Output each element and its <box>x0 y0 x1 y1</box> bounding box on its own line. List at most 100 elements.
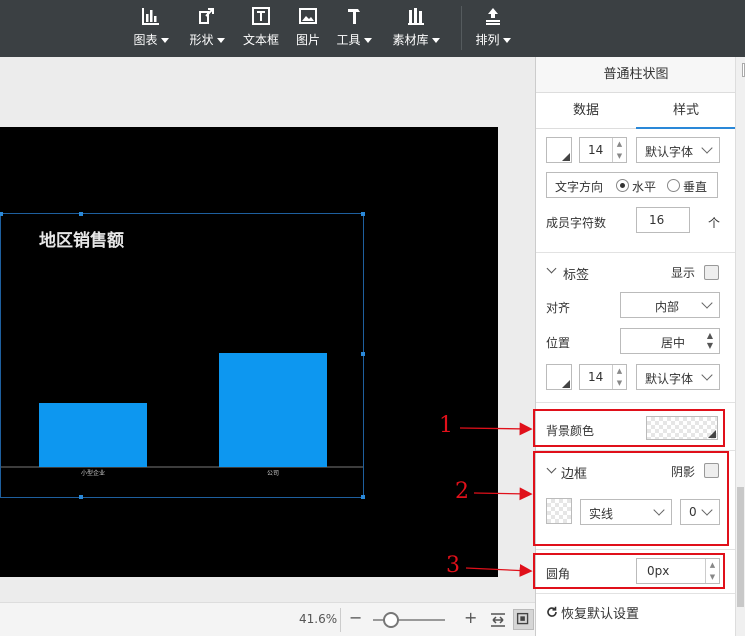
spin-up-icon[interactable]: ▲ <box>613 365 626 377</box>
font-family-value: 默认字体 <box>645 145 694 159</box>
toolbar-shape-label: 形状 <box>189 33 214 47</box>
chevron-down-icon <box>701 297 713 309</box>
resize-handle-bottom[interactable] <box>79 495 83 499</box>
zoom-level: 41.6% <box>299 612 338 626</box>
resize-handle-bottom-right[interactable] <box>361 495 365 499</box>
shape-icon <box>199 8 214 24</box>
radio-horizontal-label: 水平 <box>632 180 657 194</box>
section-divider <box>536 549 736 550</box>
tab-data[interactable]: 数据 <box>536 93 636 129</box>
annotation-number-1: 1 <box>439 413 453 438</box>
zoom-slider-knob[interactable] <box>383 612 399 628</box>
chevron-down-icon <box>701 142 713 154</box>
editor-canvas[interactable]: 地区销售额 小型企业 公司 <box>0 57 535 602</box>
x-tick-label-1: 公司 <box>267 470 279 477</box>
zoom-separator <box>340 608 341 632</box>
toolbar-separator <box>461 6 462 50</box>
fit-screen-icon <box>516 612 529 625</box>
spin-down-icon[interactable]: ▼ <box>613 150 626 162</box>
toolbar-image-label: 图片 <box>295 33 320 47</box>
fit-width-icon[interactable] <box>489 611 507 629</box>
member-chars-input[interactable]: 16 <box>636 207 690 233</box>
label-font-family-value: 默认字体 <box>645 372 694 386</box>
property-panel: 普通柱状图 数据 样式 14 ▲ ▼ 默认字体 文字方向 水平 垂直 成员字符数 … <box>535 57 736 636</box>
chart-bar-1[interactable] <box>219 353 327 467</box>
chart-bar-0[interactable] <box>39 403 147 467</box>
refresh-icon <box>547 606 557 617</box>
annotation-box-2 <box>533 451 729 546</box>
caret-down-icon <box>431 38 440 43</box>
label-font-family-select[interactable]: 默认字体 <box>636 364 720 390</box>
chevron-down-icon <box>701 369 713 381</box>
caret-down-icon <box>363 38 372 43</box>
status-bar: 41.6% − + <box>0 602 535 636</box>
toolbar-textbox-label: 文本框 <box>242 33 279 47</box>
caret-down-icon <box>216 38 225 43</box>
position-label: 位置 <box>546 336 571 350</box>
bar-chart-plot: 小型企业 公司 <box>1 353 363 477</box>
bar-chart-component[interactable]: 地区销售额 小型企业 公司 <box>0 212 365 499</box>
section-divider <box>536 252 736 253</box>
updown-arrow-icon: ▲ ▼ <box>706 331 713 350</box>
tab-style[interactable]: 样式 <box>636 93 736 129</box>
panel-tabs: 数据 样式 <box>536 93 736 129</box>
panel-scrollbar[interactable] <box>735 57 745 636</box>
chevron-down-icon[interactable] <box>546 263 557 274</box>
font-color-swatch[interactable] <box>546 137 572 163</box>
font-size-value: 14 <box>588 143 604 157</box>
arrange-icon <box>486 8 500 25</box>
toolbar-library-button[interactable]: 素材库 <box>389 6 443 50</box>
member-chars-label: 成员字符数 <box>546 216 607 230</box>
caret-down-icon <box>160 38 169 43</box>
library-icon <box>408 8 424 25</box>
slide-stage[interactable]: 地区销售额 小型企业 公司 <box>0 127 498 577</box>
spin-up-icon[interactable]: ▲ <box>613 138 626 150</box>
section-divider <box>536 402 736 403</box>
font-family-select[interactable]: 默认字体 <box>636 137 720 163</box>
annotation-number-2: 2 <box>455 479 469 504</box>
caret-down-icon <box>502 38 511 43</box>
font-size-stepper[interactable]: 14 ▲ ▼ <box>579 137 627 163</box>
resize-handle-top-right[interactable] <box>361 212 365 216</box>
labels-section-title: 标签 <box>563 268 590 283</box>
show-label-checkbox[interactable] <box>704 265 719 280</box>
resize-handle-top-left[interactable] <box>0 212 3 216</box>
annotation-number-3: 3 <box>446 553 460 578</box>
position-select[interactable]: 居中 ▲ ▼ <box>620 328 720 354</box>
toolbar-library-label: 素材库 <box>392 33 429 47</box>
toolbar-tools-button[interactable]: 工具 <box>334 6 374 50</box>
bar-chart-icon <box>142 8 159 25</box>
toolbar-image-button[interactable]: 图片 <box>293 6 323 50</box>
radio-vertical-label: 垂直 <box>683 180 708 194</box>
member-chars-value: 16 <box>649 213 665 227</box>
radio-horizontal[interactable] <box>616 179 629 192</box>
member-chars-unit: 个 <box>708 216 721 230</box>
section-divider <box>536 593 736 594</box>
panel-title: 普通柱状图 <box>536 57 736 93</box>
toolbar-arrange-button[interactable]: 排列 <box>472 6 514 50</box>
toolbar-textbox-button[interactable]: 文本框 <box>241 6 281 50</box>
position-value: 居中 <box>661 336 686 350</box>
toolbar-chart-label: 图表 <box>133 33 158 47</box>
toolbar-shape-button[interactable]: 形状 <box>186 6 228 50</box>
label-font-color-swatch[interactable] <box>546 364 572 390</box>
reset-defaults-label: 恢复默认设置 <box>561 607 640 622</box>
radio-vertical[interactable] <box>667 179 680 192</box>
text-direction-label: 文字方向 <box>555 180 604 194</box>
toolbar-arrange-label: 排列 <box>475 33 500 47</box>
text-direction-group: 文字方向 水平 垂直 <box>546 172 718 198</box>
toolbar-tools-label: 工具 <box>336 33 361 47</box>
scrollbar-thumb[interactable] <box>737 487 744 607</box>
label-font-size-stepper[interactable]: 14 ▲ ▼ <box>579 364 627 390</box>
zoom-in-button[interactable]: + <box>464 608 477 627</box>
resize-handle-right[interactable] <box>361 352 365 356</box>
align-select[interactable]: 内部 <box>620 292 720 318</box>
fullscreen-button[interactable] <box>513 609 534 630</box>
resize-handle-top[interactable] <box>79 212 83 216</box>
toolbar-chart-button[interactable]: 图表 <box>130 6 172 50</box>
top-toolbar: 图表 形状 文本框 图片 工具 素材库 排列 <box>0 0 745 57</box>
spin-down-icon[interactable]: ▼ <box>613 377 626 389</box>
label-font-size-value: 14 <box>588 370 604 384</box>
zoom-out-button[interactable]: − <box>349 608 362 627</box>
align-label: 对齐 <box>546 301 571 315</box>
